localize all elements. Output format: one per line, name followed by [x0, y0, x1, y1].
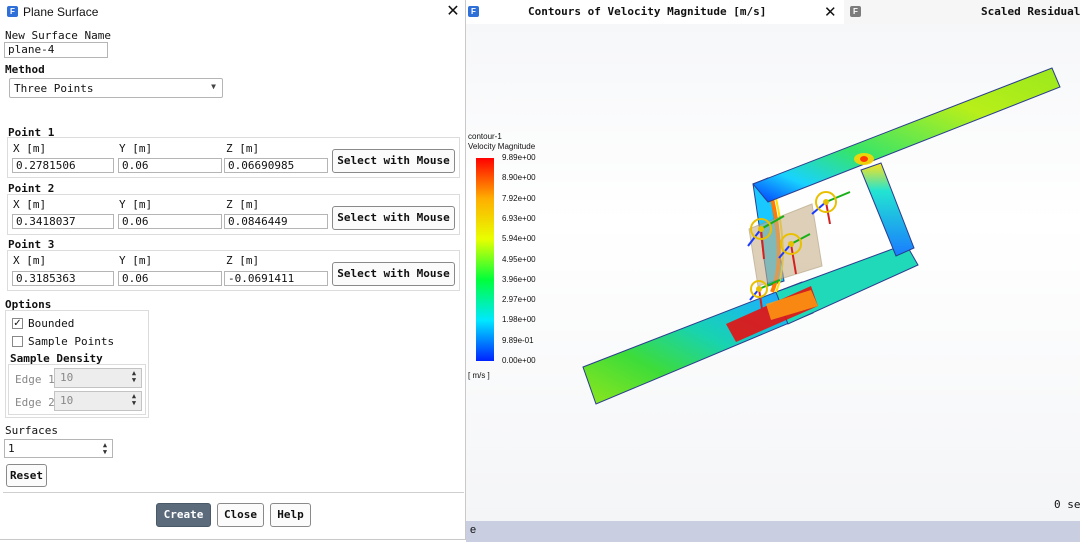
point-3-x-input[interactable]: 0.3185363 — [12, 271, 114, 286]
selection-status: 0 sel — [1054, 498, 1080, 511]
plane-surface-dialog: F Plane Surface ✕ New Surface Name plane… — [0, 0, 466, 540]
close-tab-icon[interactable]: ✕ — [824, 3, 837, 21]
x-label: X [m] — [13, 198, 47, 211]
sample-density-group: Edge 1 10 ▲ ▼ Edge 2 10 ▲ ▼ — [8, 364, 146, 415]
point-1-y-input[interactable]: 0.06 — [118, 158, 222, 173]
bounded-checkbox[interactable]: ✓ — [12, 318, 23, 329]
velocity-contour-plot — [582, 67, 1061, 405]
status-text: e — [470, 524, 477, 536]
point-2-x-input[interactable]: 0.3418037 — [12, 214, 114, 229]
edge-1-label: Edge 1 — [15, 373, 55, 386]
point-1-group: X [m] Y [m] Z [m] 0.2781506 0.06 0.06690… — [7, 137, 460, 178]
method-select[interactable]: Three Points ▼ — [9, 78, 223, 98]
tab-contours[interactable]: F Contours of Velocity Magnitude [m/s] ✕ — [466, 0, 844, 24]
surfaces-value: 1 — [8, 442, 15, 455]
x-label: X [m] — [13, 142, 47, 155]
method-label: Method — [5, 63, 45, 76]
fluent-app-icon: F — [468, 6, 479, 17]
z-label: Z [m] — [226, 254, 260, 267]
new-surface-name-label: New Surface Name — [5, 29, 111, 42]
point-3-y-input[interactable]: 0.06 — [118, 271, 222, 286]
status-bar: e — [466, 521, 1080, 542]
spinner-arrows-icon: ▲ ▼ — [102, 441, 108, 456]
help-button[interactable]: Help — [270, 503, 311, 527]
point-3-select-with-mouse-button[interactable]: Select with Mouse — [332, 262, 455, 286]
z-label: Z [m] — [226, 198, 260, 211]
edge-1-value: 10 — [60, 371, 74, 384]
point-2-y-input[interactable]: 0.06 — [118, 214, 222, 229]
edge-2-label: Edge 2 — [15, 396, 55, 409]
y-label: Y [m] — [119, 198, 153, 211]
close-button[interactable]: Close — [217, 503, 264, 527]
sample-points-checkbox[interactable] — [12, 336, 23, 347]
point-2-group: X [m] Y [m] Z [m] 0.3418037 0.06 0.08464… — [7, 194, 460, 235]
point-3-z-input[interactable]: -0.0691411 — [224, 271, 328, 286]
y-label: Y [m] — [119, 254, 153, 267]
point-1-z-input[interactable]: 0.06690985 — [224, 158, 328, 173]
tab-residuals-title: Scaled Residuals — [981, 5, 1080, 18]
separator — [3, 492, 464, 493]
dialog-title: Plane Surface — [23, 5, 99, 19]
edge-1-spinner[interactable]: 10 ▲ ▼ — [54, 368, 142, 388]
bounded-label: Bounded — [28, 317, 75, 330]
graphics-tab-bar: F Contours of Velocity Magnitude [m/s] ✕… — [466, 0, 1080, 24]
graphics-viewport[interactable]: contour-1 Velocity Magnitude 9.89e+00 8.9… — [466, 24, 1080, 521]
close-icon[interactable]: ✕ — [444, 3, 462, 21]
point-2-select-with-mouse-button[interactable]: Select with Mouse — [332, 206, 455, 230]
z-label: Z [m] — [226, 142, 260, 155]
edge-2-spinner[interactable]: 10 ▲ ▼ — [54, 391, 142, 411]
y-label: Y [m] — [119, 142, 153, 155]
x-label: X [m] — [13, 254, 47, 267]
dialog-title-bar: F Plane Surface ✕ — [0, 0, 466, 24]
point-1-select-with-mouse-button[interactable]: Select with Mouse — [332, 149, 455, 173]
create-button[interactable]: Create — [156, 503, 211, 527]
point-1-x-input[interactable]: 0.2781506 — [12, 158, 114, 173]
edge-2-value: 10 — [60, 394, 74, 407]
options-group: ✓ Bounded Sample Points Sample Density E… — [5, 310, 149, 418]
point-3-group: X [m] Y [m] Z [m] 0.3185363 0.06 -0.0691… — [7, 250, 460, 291]
spinner-arrows-icon: ▲ ▼ — [131, 392, 137, 407]
tab-scaled-residuals[interactable]: F Scaled Residuals — [844, 0, 1080, 24]
reset-button[interactable]: Reset — [6, 464, 47, 487]
method-value: Three Points — [14, 82, 94, 95]
sample-points-label: Sample Points — [28, 335, 115, 348]
point-2-z-input[interactable]: 0.0846449 — [224, 214, 328, 229]
chevron-down-icon: ▼ — [211, 82, 216, 91]
fluent-app-icon: F — [850, 6, 861, 17]
fluent-app-icon: F — [7, 6, 18, 17]
surfaces-label: Surfaces — [5, 424, 58, 437]
new-surface-name-input[interactable]: plane-4 — [4, 42, 108, 58]
point-triad-icon — [811, 191, 851, 225]
surfaces-spinner[interactable]: 1 ▲ ▼ — [4, 439, 113, 458]
tab-contours-title: Contours of Velocity Magnitude [m/s] — [528, 5, 767, 18]
spinner-arrows-icon: ▲ ▼ — [131, 369, 137, 384]
